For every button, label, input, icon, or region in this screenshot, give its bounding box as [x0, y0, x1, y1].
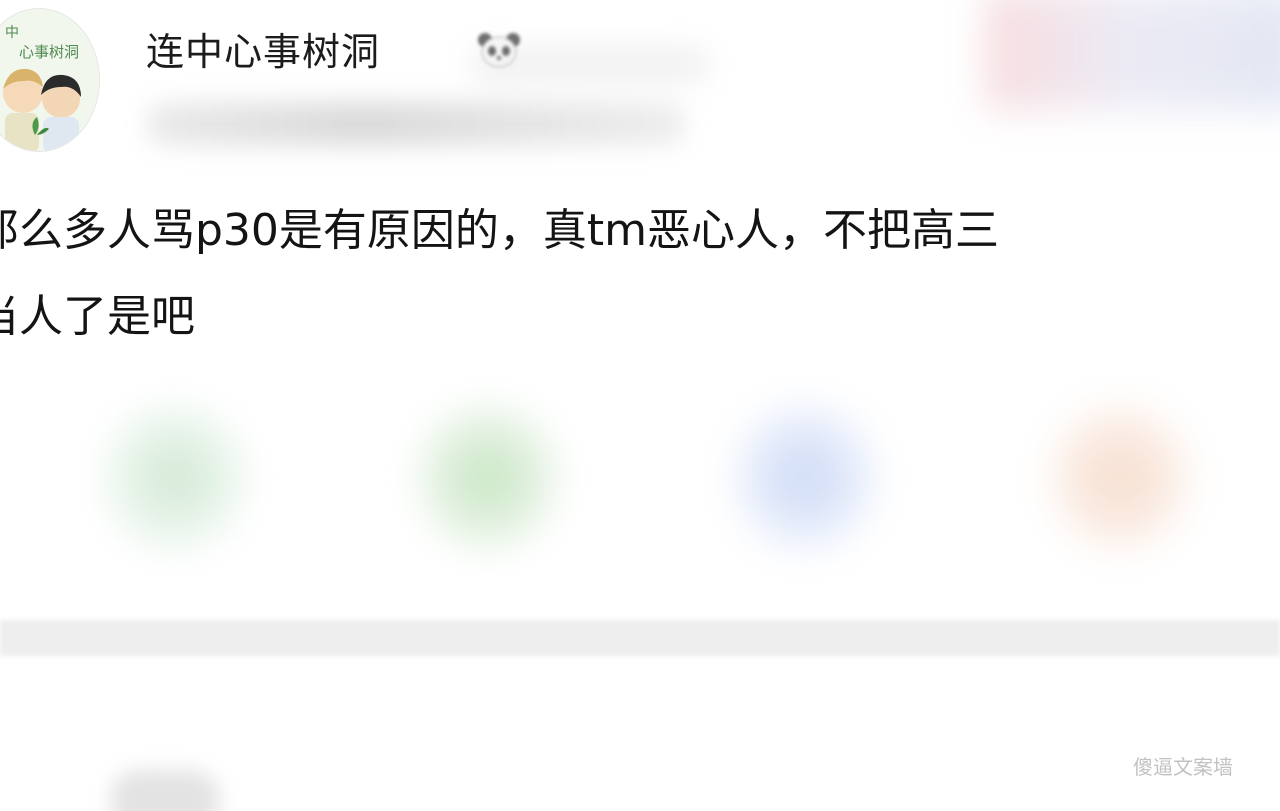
svg-text:心事树洞: 心事树洞 [19, 43, 79, 61]
svg-text:中: 中 [5, 25, 19, 41]
post-screenshot: 中 心事树洞 连中心事树洞 那么多人骂p30是有原因的，真tm恶心人，不把高三当… [0, 0, 1280, 811]
post-body-line-1: 那么多人骂p30是有原因的，真tm恶心人，不把高三 [0, 205, 1000, 256]
blurred-corner-region [985, 0, 1280, 110]
cartoon-avatar-icon: 中 心事树洞 [0, 9, 99, 151]
panda-icon [478, 33, 520, 68]
comment-button[interactable] [418, 405, 558, 550]
post-body: 那么多人骂p30是有原因的，真tm恶心人，不把高三当人了是吧 [0, 188, 1280, 360]
watermark-text: 傻逼文案墙 [1133, 755, 1233, 779]
avatar[interactable]: 中 心事树洞 [0, 8, 100, 152]
reward-button[interactable] [1050, 405, 1190, 550]
post-body-line-2: 当人了是吧 [0, 291, 195, 342]
username[interactable]: 连中心事树洞 [146, 22, 380, 82]
section-divider [0, 620, 1280, 656]
like-button[interactable] [735, 405, 875, 550]
share-button[interactable] [105, 405, 245, 550]
post-meta-blurred [146, 102, 686, 146]
blurred-next-post-avatar [110, 770, 220, 811]
